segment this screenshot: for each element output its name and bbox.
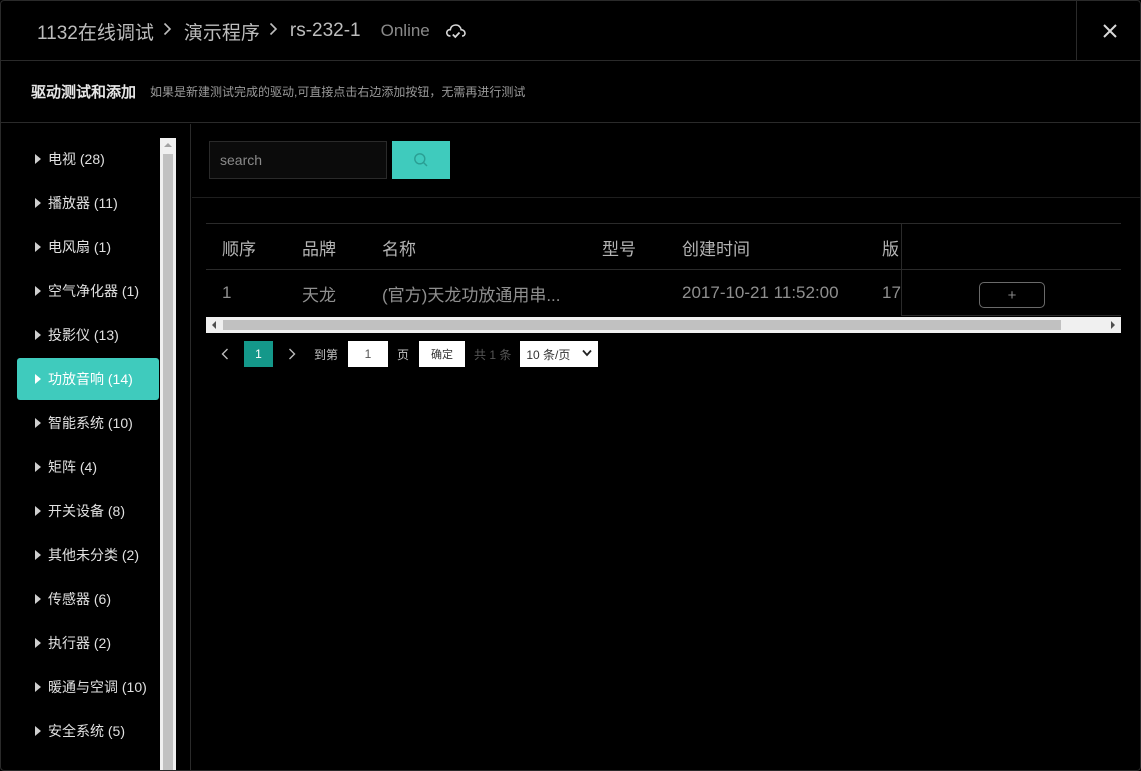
- sidebar-item-label: 执行器 (2): [48, 635, 111, 651]
- action-column-header: [902, 224, 1121, 270]
- page-size-select[interactable]: 10 条/页: [520, 341, 599, 367]
- caret-right-icon: [35, 506, 41, 516]
- column-header-version: 版: [882, 239, 899, 259]
- category-sidebar: 电视 (28) 播放器 (11) 电风扇 (1) 空气净化器 (1) 投影仪 (13) 功…: [1, 124, 191, 770]
- sidebar-item[interactable]: 空气净化器 (1): [17, 270, 159, 312]
- chevron-down-icon: [582, 349, 593, 357]
- column-header-index: 顺序: [222, 239, 256, 259]
- caret-right-icon: [35, 242, 41, 252]
- column-header-name: 名称: [382, 239, 416, 259]
- sidebar-item-label: 播放器 (11): [48, 195, 118, 211]
- caret-right-icon: [35, 462, 41, 472]
- sidebar-item[interactable]: 传感器 (6): [17, 578, 159, 620]
- scroll-left-arrow-icon[interactable]: [206, 317, 222, 333]
- section-title: 驱动测试和添加: [31, 84, 137, 101]
- search-icon: [414, 153, 428, 167]
- scroll-right-arrow-icon[interactable]: [1105, 317, 1121, 333]
- sidebar-item[interactable]: 安全系统 (5): [17, 710, 159, 752]
- sidebar-item-label: 功放音响 (14): [48, 371, 133, 387]
- sidebar-item-label: 电视 (28): [48, 151, 105, 167]
- page-unit-label: 页: [397, 347, 410, 362]
- chevron-right-icon: [269, 21, 278, 41]
- caret-right-icon: [35, 726, 41, 736]
- caret-right-icon: [35, 682, 41, 692]
- section-header: 驱动测试和添加 如果是新建测试完成的驱动,可直接点击右边添加按钮，无需再进行测试: [1, 61, 1140, 123]
- close-icon: [1102, 24, 1117, 38]
- caret-right-icon: [35, 550, 41, 560]
- breadcrumb-program[interactable]: 演示程序: [184, 18, 260, 45]
- breadcrumb: 1132在线调试 演示程序 rs-232-1 Online: [37, 1, 468, 61]
- dialog: 1132在线调试 演示程序 rs-232-1 Online 驱动测试和添加 如果…: [0, 0, 1141, 771]
- cell-created: 2017-10-21 11:52:00: [682, 283, 839, 302]
- column-header-created: 创建时间: [682, 239, 750, 259]
- sidebar-item-label: 电风扇 (1): [48, 239, 111, 255]
- sidebar-item-label: 暖通与空调 (10): [48, 679, 147, 695]
- cloud-check-icon: [444, 19, 468, 43]
- cell-name: (官方)天龙功放通用串...: [382, 285, 561, 305]
- breadcrumb-device: rs-232-1: [289, 20, 361, 41]
- add-driver-button[interactable]: +: [979, 282, 1045, 308]
- sidebar-item[interactable]: 电视 (28): [17, 138, 159, 180]
- sidebar-item-label: 空气净化器 (1): [48, 283, 139, 299]
- search-bar: [192, 124, 1140, 198]
- sidebar-item[interactable]: 投影仪 (13): [17, 314, 159, 356]
- caret-right-icon: [35, 154, 41, 164]
- sidebar-item-label: 其他未分类 (2): [48, 547, 139, 563]
- sidebar-item[interactable]: 其他未分类 (2): [17, 534, 159, 576]
- sidebar-item-label: 传感器 (6): [48, 591, 111, 607]
- sidebar-item[interactable]: 矩阵 (4): [17, 446, 159, 488]
- total-count: 共 1 条: [474, 347, 512, 362]
- caret-right-icon: [35, 418, 41, 428]
- dialog-header: 1132在线调试 演示程序 rs-232-1 Online: [1, 1, 1140, 61]
- sidebar-item[interactable]: 播放器 (11): [17, 182, 159, 224]
- caret-right-icon: [35, 374, 41, 384]
- sidebar-item[interactable]: 功放音响 (14): [17, 358, 159, 400]
- search-button[interactable]: [392, 141, 450, 179]
- caret-right-icon: [35, 594, 41, 604]
- caret-right-icon: [35, 638, 41, 648]
- category-list: 电视 (28) 播放器 (11) 电风扇 (1) 空气净化器 (1) 投影仪 (13) 功…: [17, 138, 159, 754]
- main-panel: 顺序 品牌 名称 型号 创建时间 版 1 天龙 (官方)天龙功放通用串... 2…: [192, 124, 1140, 770]
- action-column: +: [901, 224, 1121, 316]
- table-horizontal-scrollbar[interactable]: [206, 317, 1121, 333]
- sidebar-item-label: 开关设备 (8): [48, 503, 125, 519]
- sidebar-item[interactable]: 开关设备 (8): [17, 490, 159, 532]
- scrollbar-thumb[interactable]: [163, 154, 173, 770]
- scroll-up-arrow-icon[interactable]: [160, 138, 176, 152]
- breadcrumb-project[interactable]: 1132在线调试: [37, 18, 154, 45]
- sidebar-item[interactable]: 智能系统 (10): [17, 402, 159, 444]
- scrollbar-thumb[interactable]: [223, 320, 1061, 330]
- prev-page-icon[interactable]: [212, 341, 238, 367]
- caret-right-icon: [35, 330, 41, 340]
- sidebar-item[interactable]: 电风扇 (1): [17, 226, 159, 268]
- caret-right-icon: [35, 198, 41, 208]
- close-button[interactable]: [1076, 1, 1140, 61]
- chevron-right-icon: [163, 21, 172, 41]
- goto-page-input[interactable]: [348, 341, 389, 367]
- sidebar-scrollbar[interactable]: [160, 138, 176, 770]
- sidebar-item-label: 智能系统 (10): [48, 415, 133, 431]
- caret-right-icon: [35, 286, 41, 296]
- sidebar-item-label: 矩阵 (4): [48, 459, 97, 475]
- column-header-model: 型号: [602, 239, 636, 259]
- cell-version: 17: [882, 283, 901, 302]
- column-header-brand: 品牌: [302, 239, 336, 259]
- search-input[interactable]: [209, 141, 387, 179]
- cell-index: 1: [222, 283, 232, 302]
- goto-label: 到第: [314, 347, 339, 362]
- page-number-current[interactable]: 1: [244, 341, 273, 367]
- next-page-icon[interactable]: [279, 341, 305, 367]
- goto-confirm-button[interactable]: 确定: [419, 341, 466, 367]
- sidebar-item[interactable]: 执行器 (2): [17, 622, 159, 664]
- sidebar-item-label: 安全系统 (5): [48, 723, 125, 739]
- cell-model: [602, 270, 672, 316]
- sidebar-item-label: 投影仪 (13): [48, 327, 119, 343]
- connection-status: Online: [380, 21, 430, 40]
- driver-table: 顺序 品牌 名称 型号 创建时间 版 1 天龙 (官方)天龙功放通用串... 2…: [206, 223, 1121, 333]
- page-size-value: 10 条/页: [526, 347, 571, 362]
- pagination: 1 到第 页 确定 共 1 条 10 条/页: [212, 340, 599, 368]
- sidebar-item[interactable]: 暖通与空调 (10): [17, 666, 159, 708]
- cell-brand: 天龙: [302, 285, 336, 305]
- section-hint: 如果是新建测试完成的驱动,可直接点击右边添加按钮，无需再进行测试: [150, 85, 526, 99]
